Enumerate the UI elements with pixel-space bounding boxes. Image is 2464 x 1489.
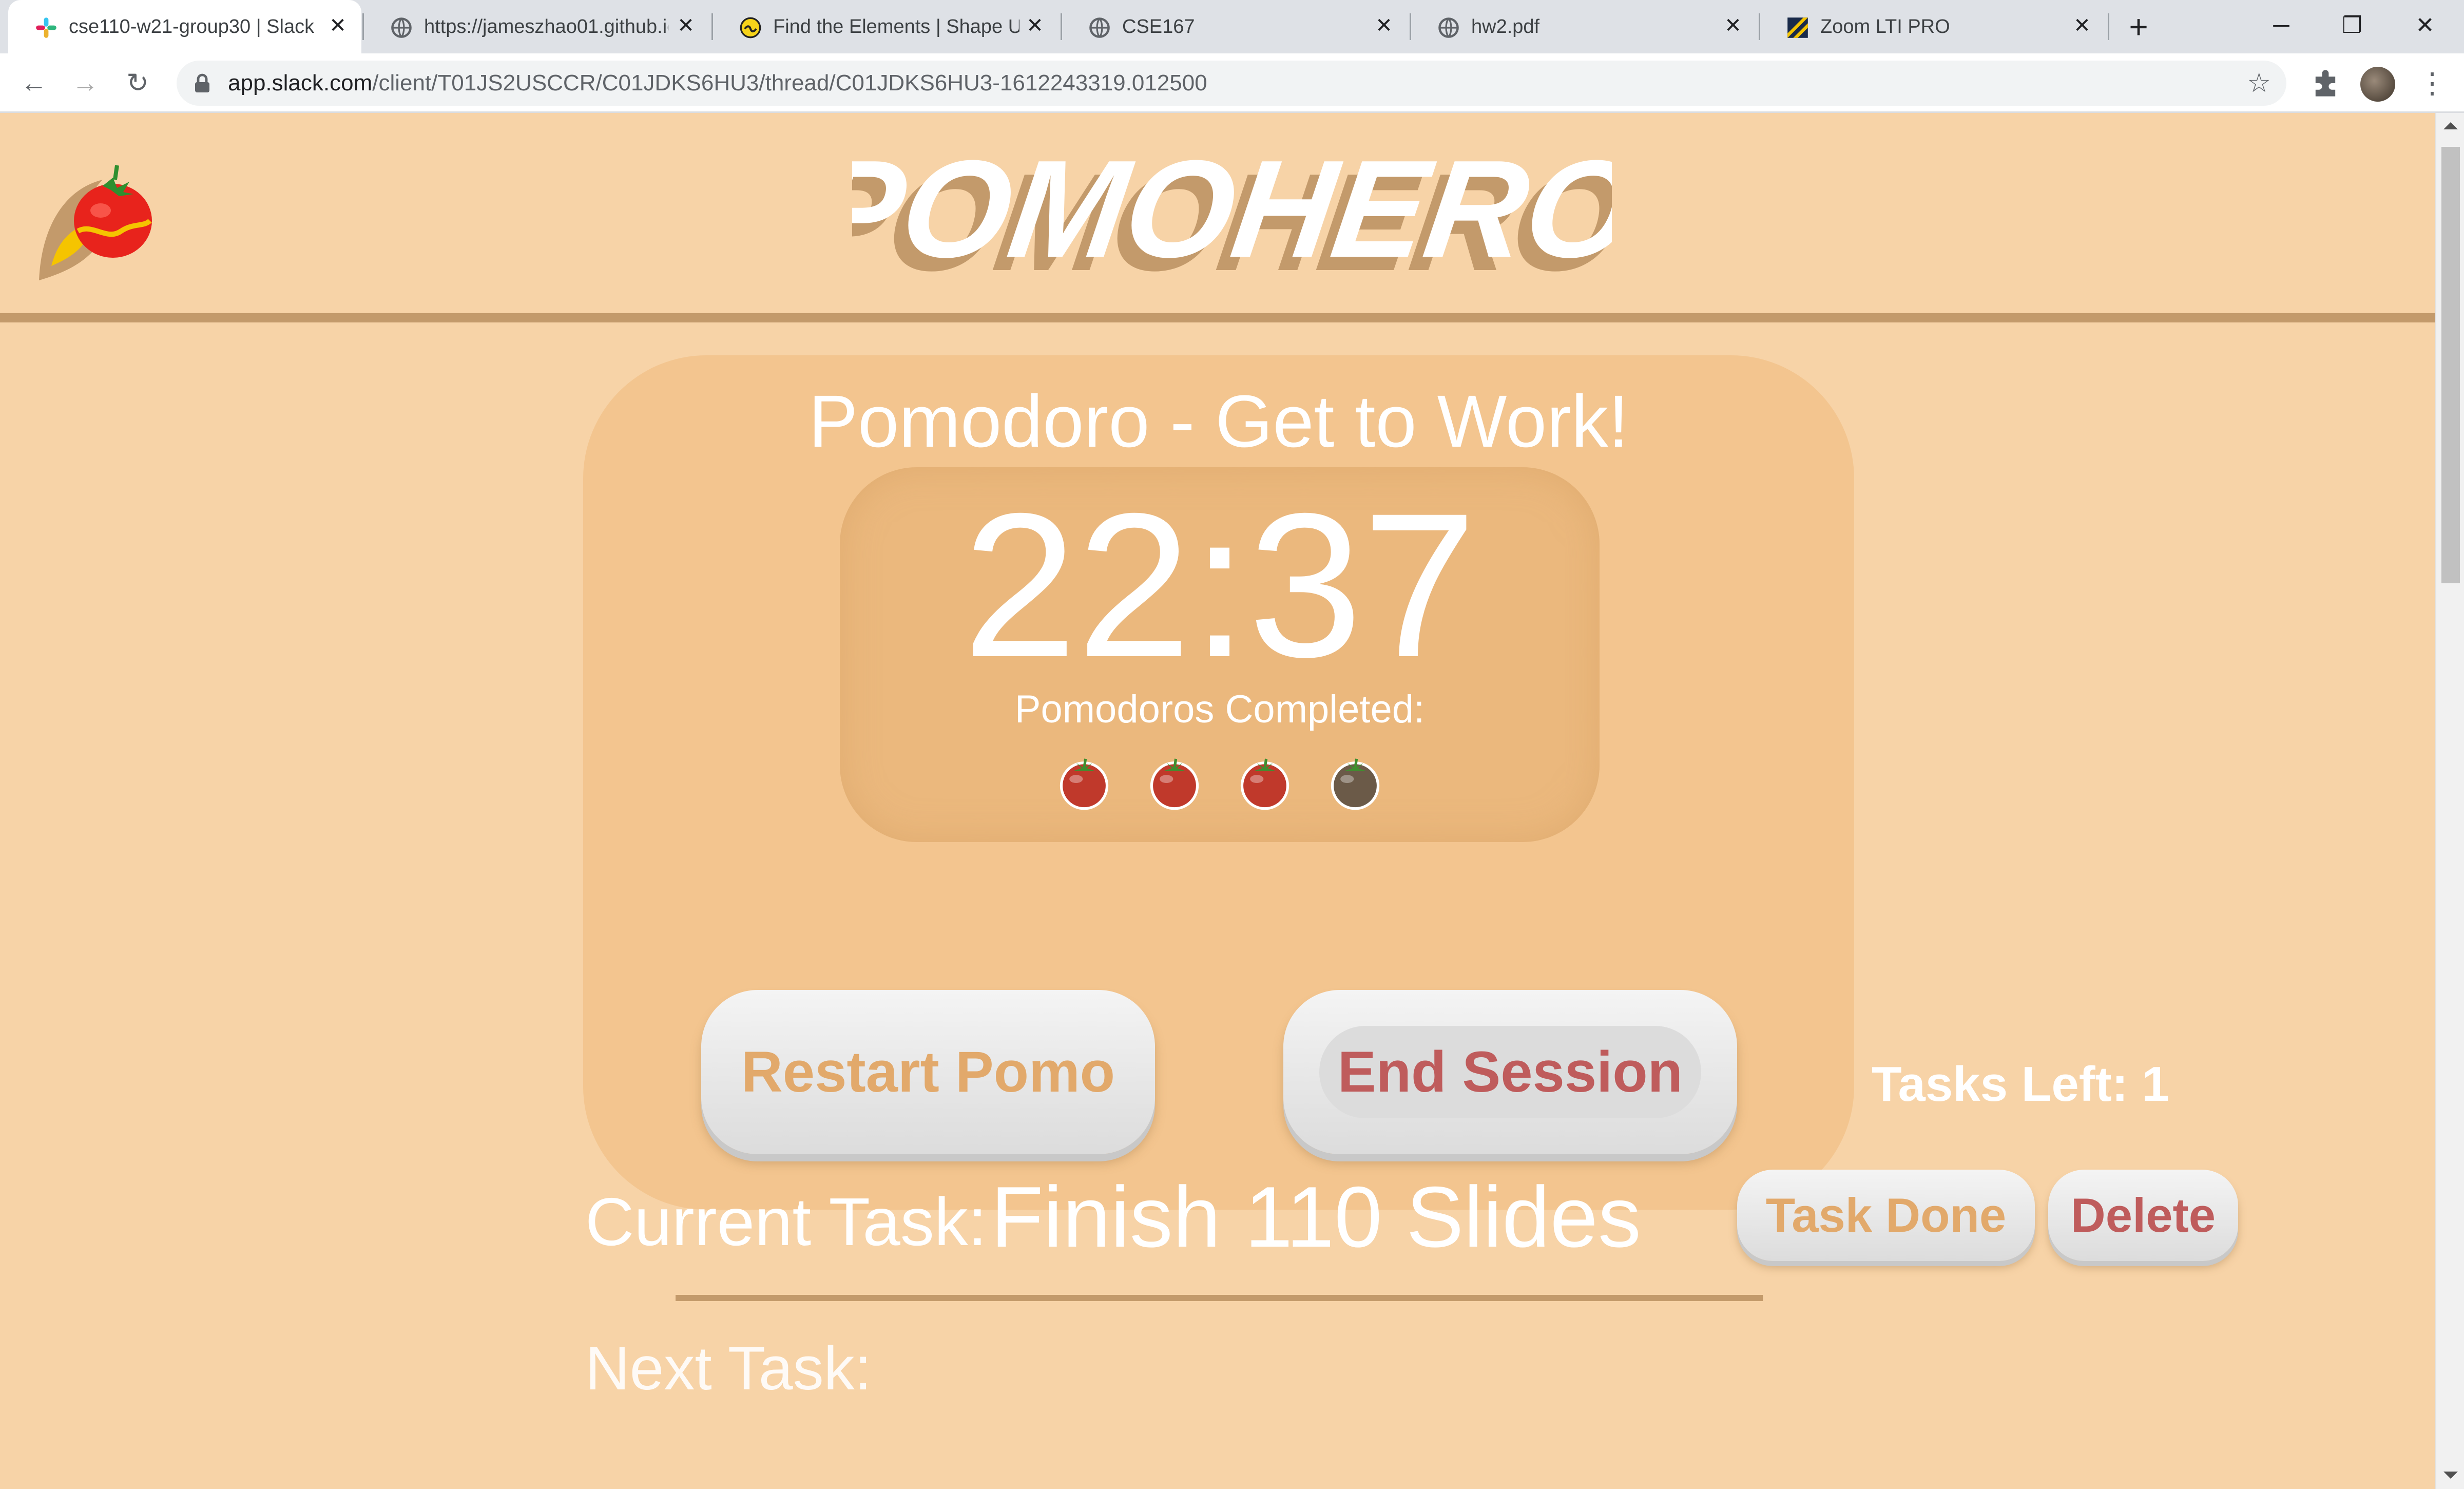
restart-pomo-button[interactable]: Restart Pomo — [701, 990, 1155, 1154]
scroll-up-arrow-icon[interactable] — [2443, 122, 2458, 129]
minimize-button[interactable]: ─ — [2261, 5, 2302, 46]
window-close-button[interactable]: ✕ — [2404, 5, 2446, 46]
extensions-puzzle-icon[interactable] — [2309, 67, 2342, 100]
current-task-row: Current Task: Finish 110 Slides — [585, 1160, 1766, 1273]
profile-avatar[interactable] — [2360, 67, 2395, 102]
globe-icon — [1438, 17, 1459, 38]
tab-close-icon[interactable]: ✕ — [673, 13, 698, 38]
current-task-label: Current Task: — [585, 1184, 987, 1259]
back-button[interactable]: ← — [17, 67, 50, 100]
bookmark-star-icon[interactable]: ☆ — [2247, 70, 2271, 97]
tab-close-icon[interactable]: ✕ — [325, 13, 350, 38]
tab-close-icon[interactable]: ✕ — [1721, 13, 1745, 38]
tab-separator — [2108, 13, 2109, 40]
brand-title: POMOHERO — [852, 144, 1612, 282]
url-host: app.slack.com — [228, 70, 373, 96]
tab-title: hw2.pdf — [1471, 16, 1540, 37]
reload-button[interactable]: ↻ — [121, 67, 154, 100]
tab-zoom[interactable]: Zoom LTI PRO ✕ — [1760, 0, 2109, 53]
url-path: /client/T01JS2USCCR/C01JDKS6HU3/thread/C… — [372, 70, 1207, 96]
browser-toolbar: ← → ↻ app.slack.com/client/T01JS2USCCR/C… — [0, 53, 2464, 113]
pomohero-brand-logo: POMOHERO POMOHERO — [852, 144, 1612, 282]
task-divider — [676, 1295, 1763, 1301]
globe-icon — [1089, 17, 1110, 38]
page-scrollbar[interactable] — [2435, 113, 2464, 1489]
pomodoros-completed-label: Pomodoros Completed: — [1014, 688, 1425, 731]
globe-icon — [391, 17, 412, 38]
tomato-completed-icon — [1240, 758, 1289, 810]
pomohero-logo-icon — [39, 165, 152, 280]
clock-panel: 22:37 Pomodoros Completed: — [840, 467, 1600, 842]
scrollbar-thumb[interactable] — [2441, 147, 2460, 583]
task-done-button[interactable]: Task Done — [1737, 1170, 2035, 1261]
tab-close-icon[interactable]: ✕ — [2070, 13, 2094, 38]
browser-tab-bar: cse110-w21-group30 | Slack ✕ https://jam… — [0, 0, 2464, 53]
tab-title: cse110-w21-group30 | Slack — [69, 16, 315, 37]
tab-slack[interactable]: cse110-w21-group30 | Slack ✕ — [8, 0, 361, 53]
next-task-label: Next Task: — [585, 1334, 872, 1403]
address-bar[interactable]: app.slack.com/client/T01JS2USCCR/C01JDKS… — [177, 61, 2286, 106]
url-text[interactable]: app.slack.com/client/T01JS2USCCR/C01JDKS… — [228, 70, 1207, 97]
tab-title: https://jameszhao01.github.io — [424, 16, 668, 37]
tomato-pending-icon — [1331, 758, 1380, 810]
tomato-completed-icon — [1150, 758, 1199, 810]
current-task-name: Finish 110 Slides — [991, 1169, 1641, 1265]
tasks-left-counter: Tasks Left: 1 — [1872, 1057, 2169, 1112]
maximize-button[interactable]: ❐ — [2332, 5, 2373, 46]
delete-task-button[interactable]: Delete — [2048, 1170, 2238, 1261]
tomato-completed-icon — [1060, 758, 1109, 810]
tab-title: Zoom LTI PRO — [1820, 16, 1950, 37]
scroll-down-arrow-icon[interactable] — [2443, 1472, 2458, 1479]
mode-title: Pomodoro - Get to Work! — [808, 380, 1629, 463]
pomohero-page: POMOHERO POMOHERO Pomodoro - Get to Work… — [0, 113, 2435, 1489]
tab-shapeup[interactable]: Find the Elements | Shape Up ✕ — [713, 0, 1062, 53]
tab-title: CSE167 — [1122, 16, 1195, 37]
timer-card: Pomodoro - Get to Work! 22:37 Pomodoros … — [583, 355, 1854, 1210]
zoom-lti-icon — [1787, 17, 1808, 38]
shapeup-icon — [740, 17, 761, 39]
end-session-button[interactable]: End Session — [1283, 990, 1737, 1154]
tab-github[interactable]: https://jameszhao01.github.io ✕ — [363, 0, 713, 53]
tab-close-icon[interactable]: ✕ — [1372, 13, 1396, 38]
end-session-label: End Session — [1337, 1040, 1683, 1104]
tab-close-icon[interactable]: ✕ — [1023, 13, 1047, 38]
countdown-clock: 22:37 — [962, 470, 1477, 700]
tab-hw2-pdf[interactable]: hw2.pdf ✕ — [1411, 0, 1760, 53]
tab-cse167[interactable]: CSE167 ✕ — [1062, 0, 1411, 53]
tab-title: Find the Elements | Shape Up — [773, 16, 1019, 37]
lock-icon[interactable] — [192, 73, 213, 93]
forward-button[interactable]: → — [69, 67, 102, 100]
new-tab-button[interactable]: + — [2123, 10, 2154, 43]
pomodoro-counter — [840, 755, 1600, 816]
slack-icon — [36, 17, 56, 38]
header-divider — [0, 313, 2435, 322]
browser-menu-icon[interactable]: ⋮ — [2418, 67, 2447, 100]
